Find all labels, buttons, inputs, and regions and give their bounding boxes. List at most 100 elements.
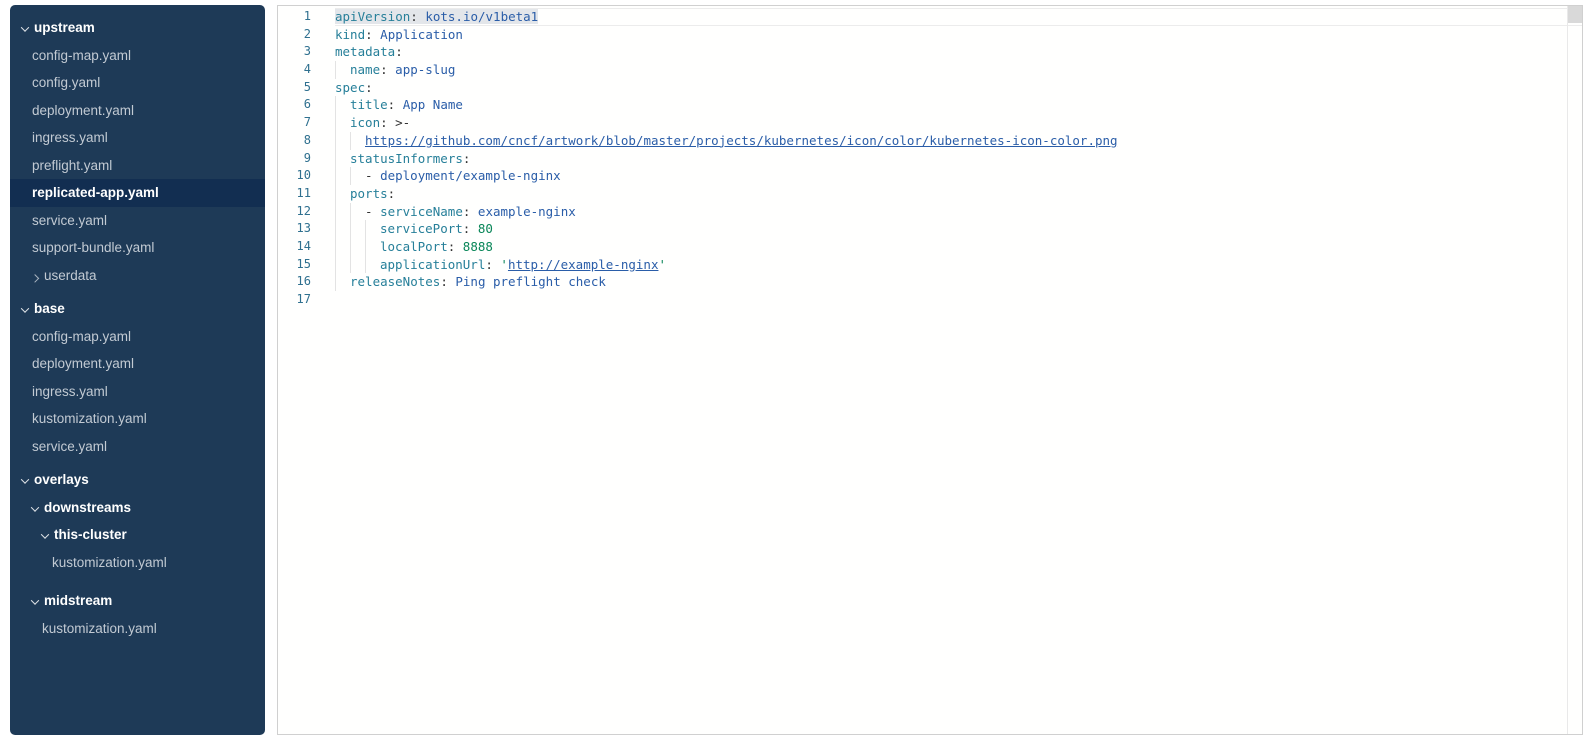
token-p: : >-: [380, 115, 410, 130]
indent-guide: [335, 256, 350, 274]
url-link[interactable]: https://github.com/cncf/artwork/blob/mas…: [365, 133, 1118, 148]
code-text: metadata:: [335, 43, 1582, 61]
chevron-down-icon[interactable]: [22, 301, 34, 316]
token-p: :: [388, 97, 403, 112]
tree-section-upstream[interactable]: upstream: [10, 14, 265, 42]
token-q: ': [500, 257, 508, 272]
tree-item-label: config.yaml: [32, 75, 100, 90]
chevron-down-icon[interactable]: [32, 500, 44, 515]
tree-section-overlays[interactable]: overlays: [10, 466, 265, 494]
code-text: statusInformers:: [335, 150, 1582, 168]
line-number: 8: [278, 132, 311, 150]
code-line-11: 11ports:: [278, 185, 1582, 203]
code-line-3: 3metadata:: [278, 43, 1582, 61]
overview-ruler-marker: [1568, 6, 1582, 23]
token-n: 80: [478, 221, 493, 236]
token-k: kind: [335, 27, 365, 42]
chevron-down-icon[interactable]: [42, 527, 54, 542]
tree-section-downstreams[interactable]: downstreams: [10, 494, 265, 522]
token-v: example-nginx: [478, 204, 576, 219]
indent-guide: [335, 203, 350, 221]
page: { "colors": { "sidebar_bg": "#1e3a57", "…: [0, 0, 1590, 746]
tree-item-ingress.yaml[interactable]: ingress.yaml: [10, 378, 265, 406]
chevron-right-icon[interactable]: [32, 268, 44, 283]
tree-item-preflight.yaml[interactable]: preflight.yaml: [10, 152, 265, 180]
tree-item-label: base: [34, 301, 65, 316]
token-p: :: [388, 186, 396, 201]
tree-item-label: kustomization.yaml: [42, 621, 157, 636]
token-p: :: [463, 221, 478, 236]
tree-item-kustomization.yaml[interactable]: kustomization.yaml: [10, 405, 265, 433]
overview-ruler[interactable]: [1567, 6, 1582, 734]
token-p: :: [380, 62, 395, 77]
tree-item-deployment.yaml[interactable]: deployment.yaml: [10, 350, 265, 378]
indent-guide: [350, 256, 365, 274]
code-text: https://github.com/cncf/artwork/blob/mas…: [335, 132, 1582, 150]
line-number: 17: [278, 291, 311, 309]
code-text: ports:: [335, 185, 1582, 203]
tree-item-replicated-app.yaml[interactable]: replicated-app.yaml: [10, 179, 265, 207]
indent-guide: [350, 238, 365, 256]
code-text: icon: >-: [335, 114, 1582, 132]
tree-item-label: midstream: [44, 593, 112, 608]
url-link[interactable]: http://example-nginx: [508, 257, 659, 272]
indent-guide: [335, 150, 350, 168]
token-p: :: [365, 80, 373, 95]
tree-item-config-map.yaml[interactable]: config-map.yaml: [10, 42, 265, 70]
line-number: 15: [278, 256, 311, 274]
tree-item-label: upstream: [34, 20, 95, 35]
tree-item-service.yaml[interactable]: service.yaml: [10, 207, 265, 235]
tree-item-kustomization.yaml[interactable]: kustomization.yaml: [10, 615, 265, 643]
tree-section-this-cluster[interactable]: this-cluster: [10, 521, 265, 549]
tree-section-midstream[interactable]: midstream: [10, 587, 265, 615]
chevron-down-icon[interactable]: [22, 20, 34, 35]
code-line-4: 4name: app-slug: [278, 61, 1582, 79]
tree-item-deployment.yaml[interactable]: deployment.yaml: [10, 97, 265, 125]
token-k: releaseNotes: [350, 274, 440, 289]
code-text: releaseNotes: Ping preflight check: [335, 273, 1582, 291]
token-v: Application: [380, 27, 463, 42]
code-editor[interactable]: 1apiVersion: kots.io/v1beta12 kind: Appli…: [277, 5, 1583, 735]
line-number: 9: [278, 150, 311, 168]
token-k: metadata: [335, 44, 395, 59]
file-tree-sidebar: upstream config-map.yaml config.yaml deploy…: [10, 5, 265, 735]
line-number: 2: [278, 26, 311, 44]
tree-item-kustomization.yaml[interactable]: kustomization.yaml: [10, 549, 265, 577]
tree-item-ingress.yaml[interactable]: ingress.yaml: [10, 124, 265, 152]
code-line-1: 1apiVersion: kots.io/v1beta1: [278, 8, 1582, 26]
token-k: icon: [350, 115, 380, 130]
token-p: -: [365, 168, 380, 183]
code-line-15: 15applicationUrl: 'http://example-nginx': [278, 256, 1582, 274]
code-line-12: 12- serviceName: example-nginx: [278, 203, 1582, 221]
indent-guide: [350, 203, 365, 221]
indent-guide: [350, 220, 365, 238]
token-v: app-slug: [395, 62, 455, 77]
token-p: :: [410, 9, 425, 24]
code-text: apiVersion: kots.io/v1beta1: [335, 8, 1582, 26]
token-p: :: [365, 27, 380, 42]
tree-item-label: deployment.yaml: [32, 356, 134, 371]
code-line-13: 13servicePort: 80: [278, 220, 1582, 238]
code-line-7: 7 icon: >-: [278, 114, 1582, 132]
chevron-down-icon[interactable]: [32, 593, 44, 608]
token-v: Ping preflight check: [455, 274, 606, 289]
token-k: apiVersion: [335, 9, 410, 24]
code-line-8: 8 https://github.com/cncf/artwork/blob/ma…: [278, 132, 1582, 150]
line-number: 12: [278, 203, 311, 221]
chevron-down-icon[interactable]: [22, 472, 34, 487]
code-line-14: 14localPort: 8888: [278, 238, 1582, 256]
line-number: 7: [278, 114, 311, 132]
tree-section-base[interactable]: base: [10, 295, 265, 323]
tree-item-config.yaml[interactable]: config.yaml: [10, 69, 265, 97]
token-p: :: [440, 274, 455, 289]
token-p: :: [448, 239, 463, 254]
tree-item-support-bundle.yaml[interactable]: support-bundle.yaml: [10, 234, 265, 262]
tree-section-userdata[interactable]: userdata: [10, 262, 265, 290]
code-text: kind: Application: [335, 26, 1582, 44]
token-v: kots.io/v1beta1: [425, 9, 538, 24]
tree-item-service.yaml[interactable]: service.yaml: [10, 433, 265, 461]
tree-item-label: ingress.yaml: [32, 130, 108, 145]
tree-item-config-map.yaml[interactable]: config-map.yaml: [10, 323, 265, 351]
token-n: 8888: [463, 239, 493, 254]
token-p: -: [365, 204, 380, 219]
